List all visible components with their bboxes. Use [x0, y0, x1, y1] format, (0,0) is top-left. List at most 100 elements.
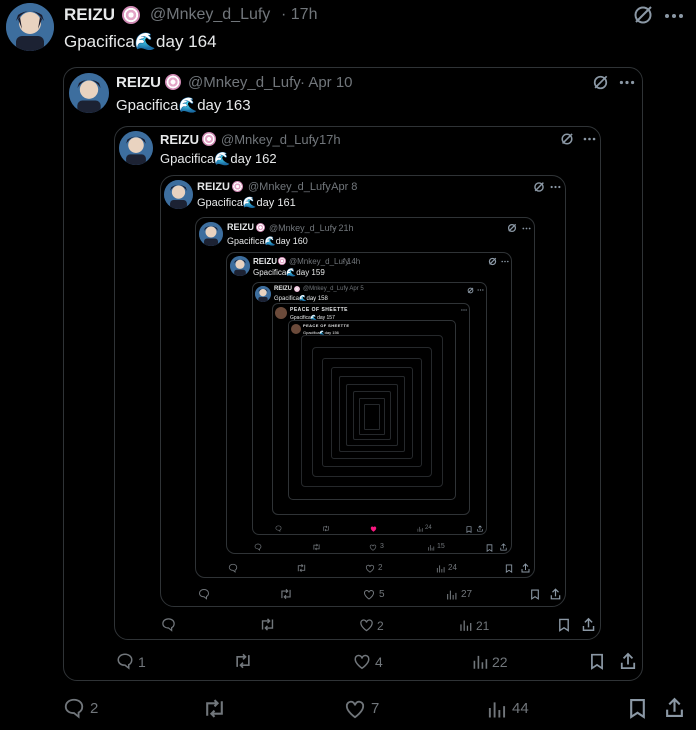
repost-icon[interactable]	[312, 543, 321, 551]
grok-icon[interactable]	[632, 4, 654, 26]
like-count: 4	[375, 654, 383, 670]
like-icon[interactable]	[359, 618, 374, 632]
verified-badge-icon	[294, 286, 300, 292]
post-text: Gpacifica🌊day 164	[64, 32, 217, 51]
views-icon[interactable]	[459, 618, 472, 632]
like-icon[interactable]	[369, 544, 377, 551]
views-count: 15	[437, 543, 445, 550]
like-icon[interactable]	[370, 526, 377, 532]
repost-icon[interactable]	[296, 563, 307, 573]
like-icon[interactable]	[353, 653, 371, 670]
more-icon[interactable]	[583, 137, 596, 141]
nested-post	[364, 404, 380, 430]
bookmark-icon[interactable]	[505, 564, 513, 573]
like-count: 7	[371, 700, 380, 717]
share-icon[interactable]	[620, 652, 636, 670]
like-icon[interactable]	[344, 699, 366, 719]
like-count: 3	[380, 543, 384, 550]
views-icon[interactable]	[472, 653, 488, 670]
more-icon[interactable]	[461, 309, 467, 311]
post-time: · 17h	[311, 132, 341, 147]
like-count: 2	[378, 563, 383, 572]
more-icon[interactable]	[550, 185, 561, 189]
like-count: 5	[379, 589, 385, 600]
grok-icon[interactable]	[467, 287, 474, 294]
post-time: · Apr 8	[325, 181, 358, 193]
views-icon[interactable]	[446, 589, 457, 600]
share-icon[interactable]	[521, 563, 530, 573]
repost-icon[interactable]	[259, 617, 276, 632]
avatar	[230, 256, 250, 276]
post-time: · Apr 5	[346, 286, 364, 292]
like-icon[interactable]	[363, 589, 375, 600]
views-icon[interactable]	[417, 526, 423, 532]
reply-icon[interactable]	[198, 588, 210, 600]
avatar	[164, 180, 193, 209]
more-icon[interactable]	[664, 13, 684, 19]
author-name: PEACE OF SHEETTE	[303, 323, 350, 328]
verified-badge-icon	[278, 257, 286, 265]
avatar	[275, 307, 287, 319]
share-icon[interactable]	[550, 588, 561, 600]
bookmark-icon[interactable]	[629, 698, 646, 719]
author-name: REIZU	[116, 74, 161, 91]
views-count: 24	[425, 525, 432, 531]
bookmark-icon[interactable]	[530, 589, 540, 600]
verified-badge-icon	[122, 6, 140, 24]
author-handle: @Mnkey_d_Lufy	[221, 132, 319, 147]
bookmark-icon[interactable]	[590, 653, 604, 670]
post-text: Gpacifica🌊day 163	[116, 97, 251, 114]
author-name: REIZU	[160, 132, 199, 147]
post-text: Gpacifica🌊day 162	[160, 151, 277, 166]
like-icon[interactable]	[365, 564, 375, 573]
reply-icon[interactable]	[254, 543, 262, 551]
repost-icon[interactable]	[279, 588, 293, 600]
post-time[interactable]: · 17h	[281, 6, 317, 24]
more-icon[interactable]	[501, 260, 509, 263]
share-icon[interactable]	[500, 543, 507, 551]
grok-icon[interactable]	[507, 223, 517, 233]
avatar	[69, 73, 109, 113]
share-icon[interactable]	[665, 697, 684, 718]
reply-icon[interactable]	[63, 697, 85, 719]
reply-icon[interactable]	[228, 563, 238, 573]
verified-badge-icon	[165, 74, 181, 90]
bookmark-icon[interactable]	[466, 526, 472, 533]
views-icon[interactable]	[487, 699, 506, 719]
views-icon[interactable]	[427, 544, 435, 551]
author-name: REIZU	[274, 286, 292, 292]
more-icon[interactable]	[619, 80, 635, 85]
more-icon[interactable]	[522, 227, 531, 230]
more-icon[interactable]	[477, 289, 484, 291]
share-icon[interactable]	[477, 525, 483, 532]
avatar	[199, 222, 223, 246]
share-icon[interactable]	[582, 617, 595, 632]
post-time: · Apr 10	[300, 74, 353, 91]
post-text: Gpacifica🌊day 160	[227, 236, 308, 246]
bookmark-icon[interactable]	[486, 544, 493, 552]
grok-icon[interactable]	[533, 181, 545, 193]
author-handle: @Mnkey_d_Lufy	[188, 74, 301, 91]
views-count: 27	[461, 589, 473, 600]
avatar	[255, 286, 271, 302]
repost-icon[interactable]	[233, 652, 253, 670]
repost-icon[interactable]	[202, 698, 227, 719]
author-name[interactable]: REIZU	[64, 5, 115, 25]
author-name: PEACE OF SHEETTE	[290, 307, 349, 313]
author-name: REIZU	[253, 257, 277, 266]
grok-icon[interactable]	[488, 257, 497, 266]
author-handle[interactable]: @Mnkey_d_Lufy	[150, 6, 270, 24]
post-time: · 21h	[333, 223, 354, 233]
views-count: 21	[476, 619, 490, 633]
avatar[interactable]	[6, 3, 54, 51]
grok-icon[interactable]	[560, 132, 574, 146]
grok-icon[interactable]	[592, 74, 609, 91]
reply-icon[interactable]	[275, 525, 282, 532]
repost-icon[interactable]	[322, 525, 330, 532]
views-count: 24	[448, 563, 457, 572]
reply-icon[interactable]	[116, 652, 134, 670]
reply-icon[interactable]	[161, 617, 176, 632]
views-icon[interactable]	[436, 564, 445, 573]
bookmark-icon[interactable]	[558, 618, 570, 632]
like-count: 2	[377, 619, 384, 633]
